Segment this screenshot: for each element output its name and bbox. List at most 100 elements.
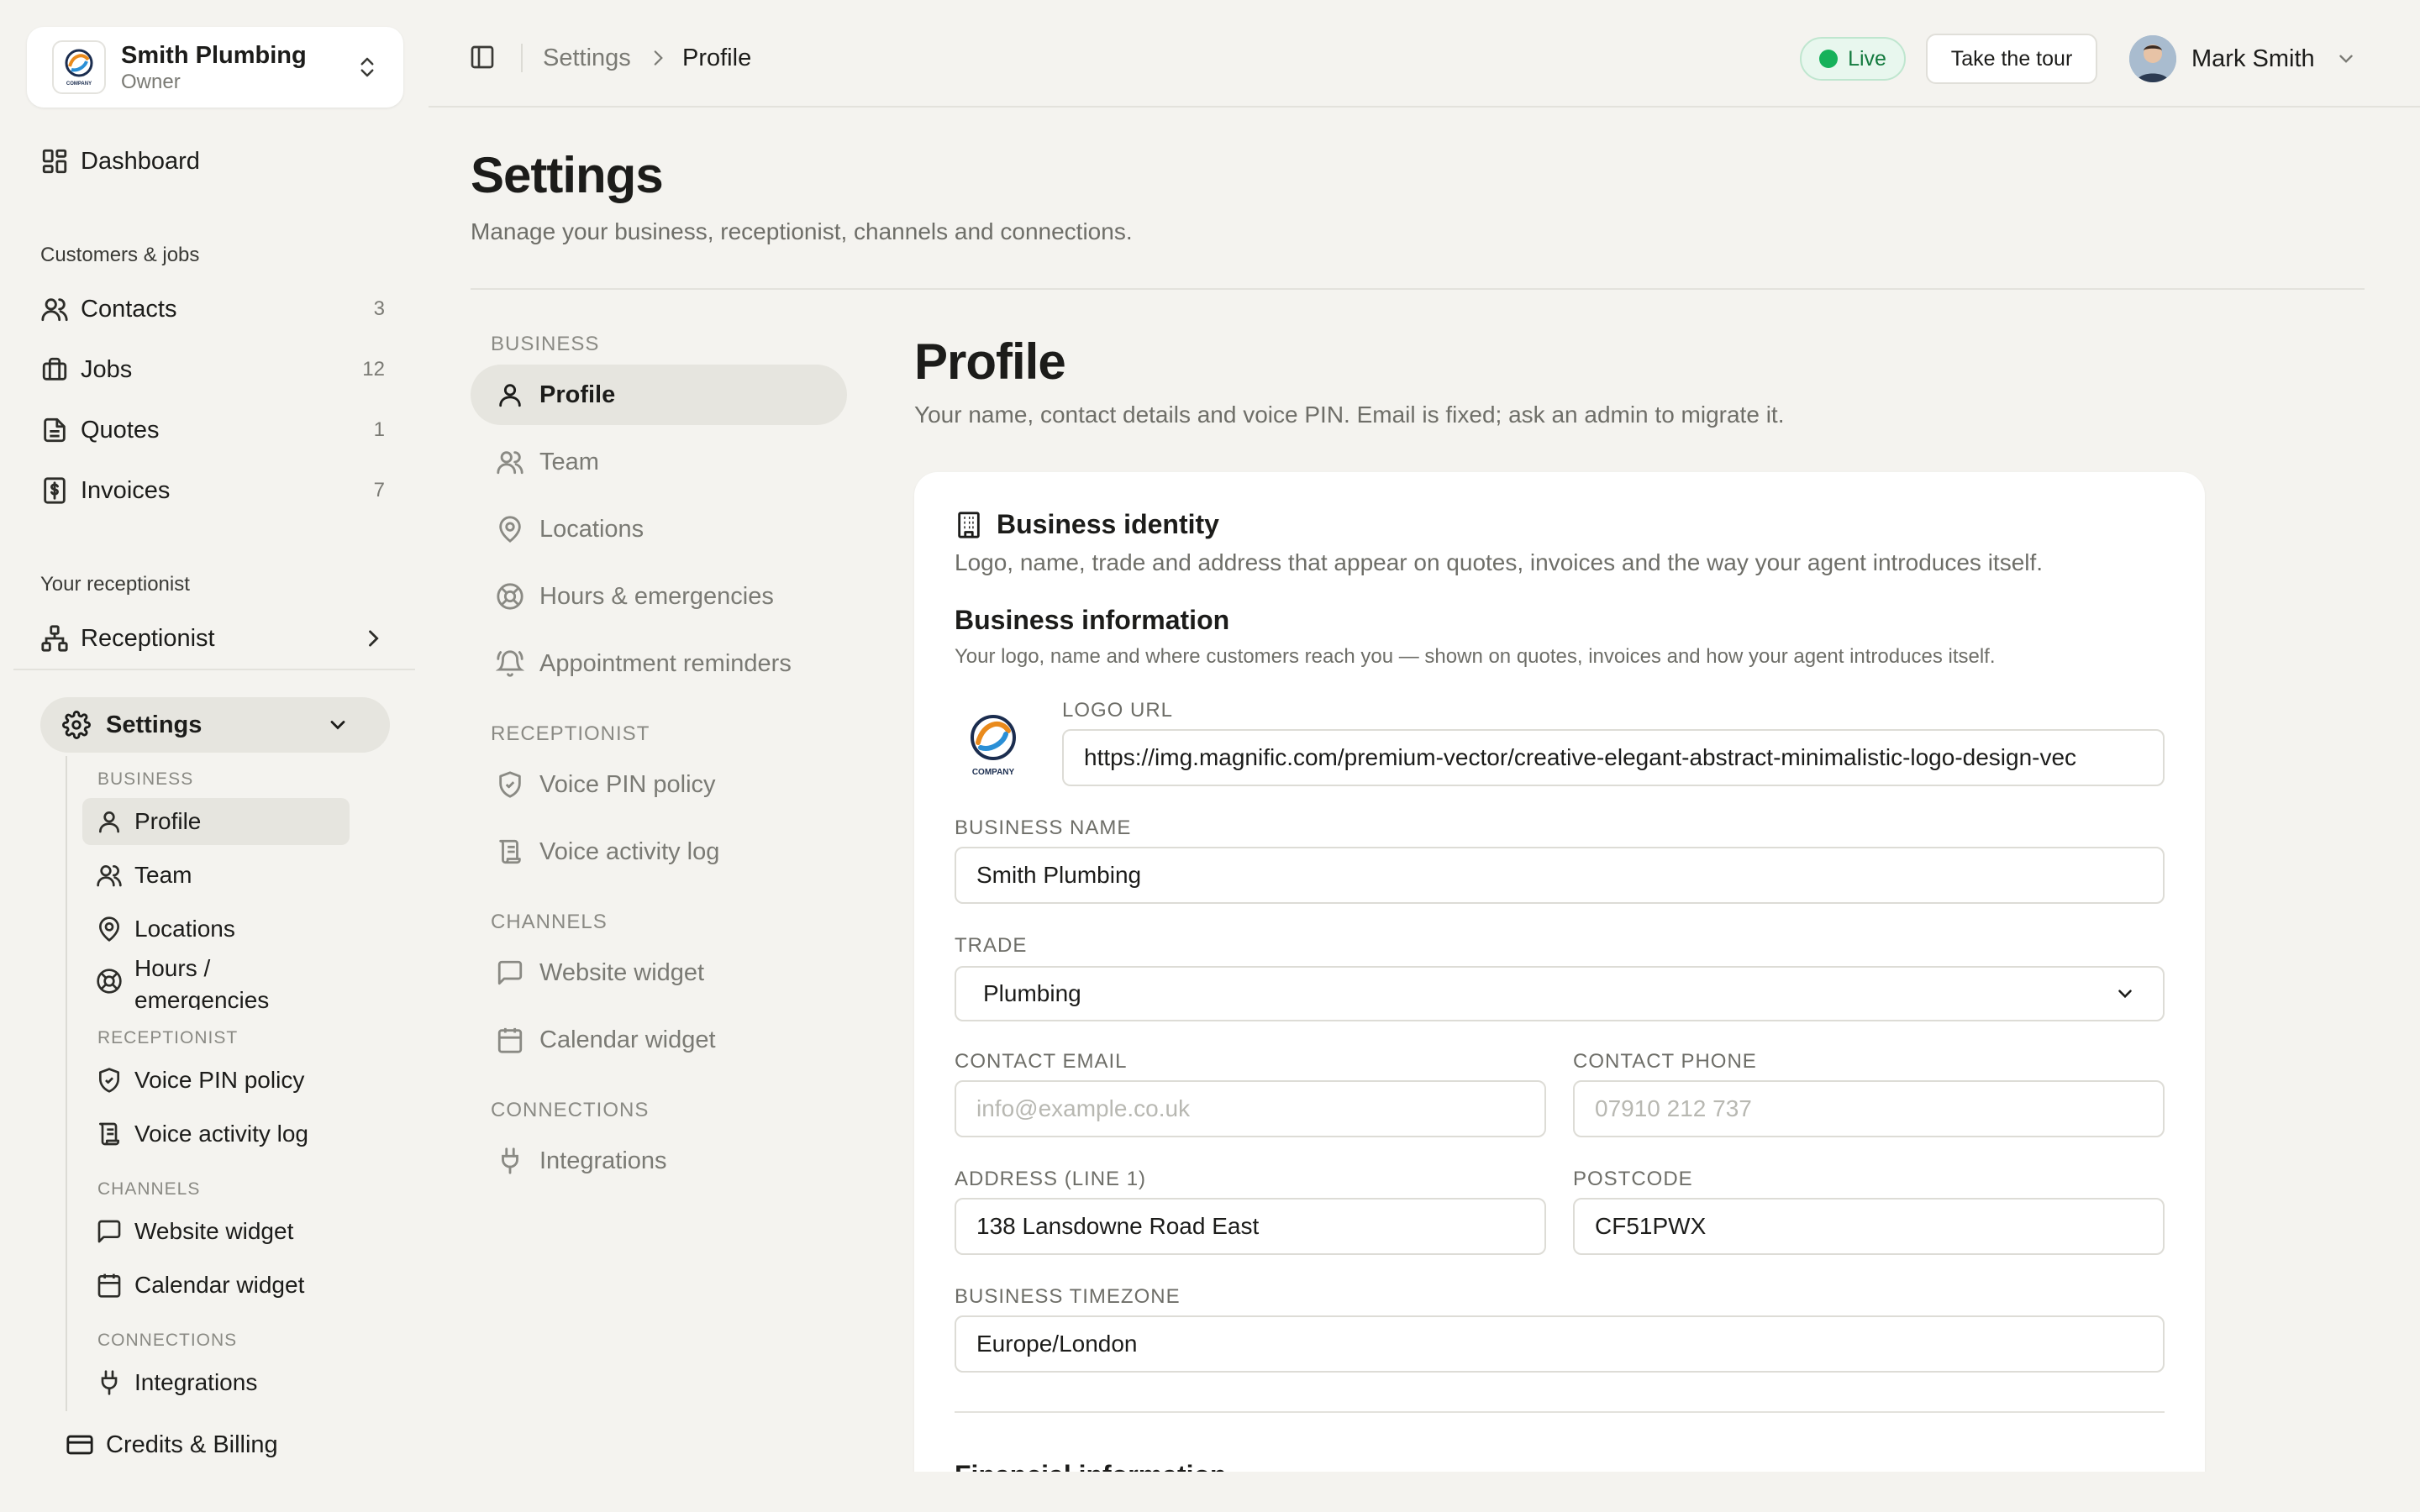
map-pin-icon	[96, 916, 123, 942]
sidebar-item-quotes[interactable]: Quotes 1	[40, 407, 385, 454]
plug-icon	[96, 1369, 123, 1396]
sidebar-sub-locations[interactable]: Locations	[82, 906, 350, 953]
settings-subnav-rail	[66, 756, 67, 1411]
users-icon	[496, 448, 524, 476]
sub-section-receptionist: RECEPTIONIST	[97, 1028, 239, 1047]
sidebar-item-settings[interactable]: Settings	[40, 697, 390, 753]
calendar-icon	[496, 1026, 524, 1054]
user-name: Mark Smith	[2191, 45, 2315, 72]
settings-nav-section-connections: CONNECTIONS	[491, 1099, 650, 1121]
logo-url-input[interactable]	[1062, 729, 2165, 786]
quotes-count: 1	[373, 418, 385, 441]
chevron-down-icon	[2114, 983, 2136, 1005]
shield-check-icon	[496, 770, 524, 799]
svg-text:COMPANY: COMPANY	[66, 81, 92, 87]
scroll-icon	[96, 1121, 123, 1147]
scroll-icon	[496, 837, 524, 866]
gear-icon	[62, 711, 91, 739]
contact-phone-input[interactable]	[1573, 1080, 2165, 1137]
postcode-input[interactable]	[1573, 1198, 2165, 1255]
business-name-input[interactable]	[955, 847, 2165, 904]
settings-nav-team[interactable]: Team	[471, 432, 847, 492]
take-tour-button[interactable]: Take the tour	[1926, 34, 2097, 84]
section-title: Business information	[955, 605, 1230, 635]
users-icon	[96, 862, 123, 889]
settings-nav-locations[interactable]: Locations	[471, 499, 847, 559]
org-switcher[interactable]: COMPANY Smith Plumbing Owner	[27, 27, 403, 108]
sidebar-sub-integrations[interactable]: Integrations	[82, 1359, 350, 1406]
section-subtitle: Your logo, name and where customers reac…	[955, 645, 1996, 668]
sidebar-sub-website-widget[interactable]: Website widget	[82, 1208, 350, 1255]
message-square-icon	[96, 1218, 123, 1245]
settings-nav-calendar-widget[interactable]: Calendar widget	[471, 1010, 847, 1070]
dashboard-icon	[40, 147, 69, 176]
address-input[interactable]	[955, 1198, 1546, 1255]
timezone-input[interactable]	[955, 1315, 2165, 1373]
sidebar-item-contacts[interactable]: Contacts 3	[40, 286, 385, 333]
shield-check-icon	[96, 1067, 123, 1094]
business-name-label: BUSINESS NAME	[955, 816, 1132, 839]
building-icon	[955, 511, 983, 539]
sidebar-item-invoices[interactable]: Invoices 7	[40, 467, 385, 514]
sidebar-sub-calendar-widget[interactable]: Calendar widget	[82, 1262, 350, 1309]
chevrons-up-down-icon	[355, 55, 380, 80]
sidebar: COMPANY Smith Plumbing Owner Dashboard C…	[0, 0, 429, 1512]
trade-label: TRADE	[955, 934, 1028, 957]
sidebar-item-receptionist[interactable]: Receptionist	[40, 615, 385, 662]
sidebar-item-jobs[interactable]: Jobs 12	[40, 346, 385, 393]
contact-email-input[interactable]	[955, 1080, 1546, 1137]
settings-nav-section-receptionist: RECEPTIONIST	[491, 722, 650, 745]
sidebar-sub-team[interactable]: Team	[82, 852, 350, 899]
sub-section-connections: CONNECTIONS	[97, 1331, 238, 1350]
trade-select[interactable]: Plumbing	[955, 966, 2165, 1021]
sidebar-sub-voice-pin[interactable]: Voice PIN policy	[82, 1057, 350, 1104]
sidebar-sub-profile[interactable]: Profile	[82, 798, 350, 845]
invoices-count: 7	[373, 479, 385, 501]
business-identity-card: Business identity Logo, name, trade and …	[914, 472, 2205, 1512]
settings-nav-profile[interactable]: Profile	[471, 365, 847, 425]
file-text-icon	[40, 416, 69, 444]
contact-phone-label: CONTACT PHONE	[1573, 1050, 1757, 1073]
page-title: Settings	[471, 147, 664, 203]
avatar	[2129, 35, 2176, 82]
users-icon	[40, 295, 69, 323]
life-buoy-icon	[496, 582, 524, 611]
briefcase-icon	[40, 355, 69, 384]
card-header: Business identity	[955, 509, 1219, 540]
chevron-down-icon	[2335, 48, 2357, 70]
sub-section-business: BUSINESS	[97, 769, 194, 789]
section-your-receptionist: Your receptionist	[40, 573, 190, 596]
settings-nav-integrations[interactable]: Integrations	[471, 1131, 847, 1191]
logo-url-label: LOGO URL	[1062, 699, 1174, 722]
sub-section-channels: CHANNELS	[97, 1179, 201, 1199]
user-icon	[96, 808, 123, 835]
sidebar-item-billing[interactable]: Credits & Billing	[66, 1421, 278, 1468]
map-pin-icon	[496, 515, 524, 543]
sidebar-sub-voice-log[interactable]: Voice activity log	[82, 1110, 350, 1158]
network-icon	[40, 624, 69, 653]
settings-nav-voice-pin[interactable]: Voice PIN policy	[471, 754, 847, 815]
settings-nav-website-widget[interactable]: Website widget	[471, 942, 847, 1003]
card-divider	[955, 1411, 2165, 1413]
address-label: ADDRESS (LINE 1)	[955, 1168, 1147, 1190]
org-logo: COMPANY	[52, 40, 106, 94]
settings-nav-hours[interactable]: Hours & emergencies	[471, 566, 847, 627]
settings-nav-voice-log[interactable]: Voice activity log	[471, 822, 847, 882]
sidebar-sub-hours[interactable]: Hours / emergencies	[82, 949, 350, 1010]
org-role: Owner	[121, 71, 181, 93]
sidebar-item-dashboard[interactable]: Dashboard	[40, 138, 385, 185]
receipt-dollar-icon	[40, 476, 69, 505]
settings-nav-reminders[interactable]: Appointment reminders	[471, 633, 847, 694]
sidebar-toggle-icon[interactable]	[469, 44, 496, 71]
chevron-down-icon	[326, 713, 350, 737]
org-name: Smith Plumbing	[121, 42, 307, 69]
profile-subtitle: Your name, contact details and voice PIN…	[914, 402, 1785, 428]
profile-title: Profile	[914, 333, 1066, 390]
user-menu[interactable]: Mark Smith	[2129, 34, 2357, 84]
jobs-count: 12	[362, 358, 385, 381]
live-status-badge: Live	[1800, 37, 1906, 81]
breadcrumb-settings[interactable]: Settings	[543, 44, 631, 72]
breadcrumb-profile: Profile	[682, 45, 752, 71]
calendar-icon	[96, 1272, 123, 1299]
chevron-right-icon	[647, 47, 669, 69]
